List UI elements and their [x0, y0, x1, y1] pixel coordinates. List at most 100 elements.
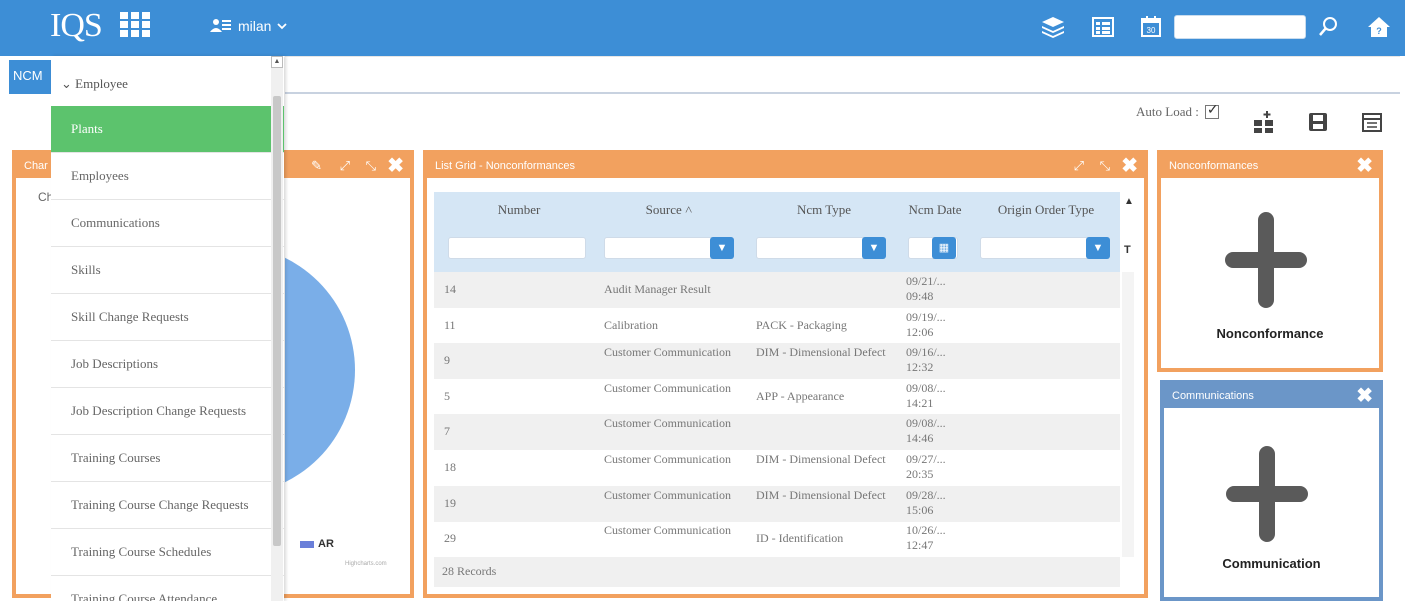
table-row[interactable]: 7 Customer Communication 09/08/... 14:46 [434, 414, 1120, 451]
layers-icon[interactable] [1040, 14, 1066, 40]
column-source[interactable]: Source ˄ [604, 202, 734, 218]
grid-scrollbar[interactable] [1122, 272, 1134, 557]
menu-scroll-thumb[interactable] [273, 96, 281, 546]
calendar-icon[interactable]: ▦ [932, 237, 956, 259]
chart-legend[interactable]: AR [300, 538, 334, 550]
menu-item[interactable]: Plants [51, 106, 284, 153]
widget-label[interactable]: Nonconformance [1161, 326, 1379, 341]
table-row[interactable]: 9 Customer Communication DIM - Dimensional… [434, 343, 1120, 380]
cell-date: 09/28/... [906, 487, 946, 502]
table-row[interactable]: 29 Customer Communication ID - Identificat… [434, 521, 1120, 557]
cell-ncm-date: 09/08/... 14:21 [906, 381, 976, 411]
cell-source: Customer Communication [604, 380, 731, 395]
chart-credit[interactable]: Highcharts.com [345, 561, 387, 567]
cell-number: 14 [444, 282, 456, 296]
auto-load-toggle[interactable]: Auto Load : [1136, 102, 1219, 120]
table-row[interactable]: 18 Customer Communication DIM - Dimensiona… [434, 450, 1120, 486]
cell-ncm-date: 09/28/... 15:06 [906, 488, 976, 518]
cell-ncm-type: DIM - Dimensional Defect [756, 487, 886, 502]
menu-item[interactable]: Training Course Change Requests [51, 482, 284, 529]
close-icon[interactable]: ✖ [1121, 155, 1138, 177]
search-input[interactable] [1174, 15, 1306, 39]
collapse-icon[interactable]: ⤡ [1100, 158, 1110, 174]
menu-item[interactable]: Job Description Change Requests [51, 388, 284, 435]
chevron-down-icon[interactable]: ▼ [710, 237, 734, 259]
menu-item[interactable]: Skill Change Requests [51, 294, 284, 341]
svg-text:?: ? [1376, 26, 1382, 36]
cell-time: 09:48 [906, 289, 934, 303]
table-row[interactable]: 11 Calibration PACK - Packaging 09/19/... 12… [434, 308, 1120, 344]
column-number[interactable]: Number [464, 202, 574, 218]
cell-source: Customer Communication [604, 523, 731, 538]
layout-icon[interactable] [1360, 110, 1384, 134]
cell-time: 12:06 [906, 324, 934, 339]
add-nonconformance-button[interactable] [1225, 212, 1307, 308]
menu-item[interactable]: Skills [51, 247, 284, 294]
close-icon[interactable]: ✖ [387, 155, 404, 177]
cell-ncm-date: 09/19/... 12:06 [906, 310, 976, 340]
user-name: milan [238, 18, 272, 34]
list-icon[interactable] [1090, 14, 1116, 40]
close-icon[interactable]: ✖ [1356, 155, 1373, 177]
cell-source: Customer Communication [604, 452, 731, 466]
save-icon[interactable] [1306, 110, 1330, 134]
cell-source: Calibration [604, 317, 658, 332]
plus-icon-bar [1226, 486, 1308, 502]
scroll-up-icon[interactable]: ▲ [1124, 196, 1134, 207]
cell-time: 20:35 [906, 467, 934, 481]
column-origin-order-type[interactable]: Origin Order Type [982, 202, 1110, 218]
cell-ncm-date: 09/16/... 12:32 [906, 345, 976, 375]
tab-ncm[interactable]: NCM [9, 60, 51, 94]
expand-icon[interactable]: ⤢ [1074, 158, 1084, 174]
table-row[interactable]: 5 Customer Communication APP - Appearance 0… [434, 379, 1120, 415]
add-communication-button[interactable] [1226, 446, 1308, 542]
chevron-down-icon[interactable]: ▼ [862, 237, 886, 259]
close-icon[interactable]: ✖ [1356, 385, 1373, 407]
filter-number[interactable] [448, 237, 586, 259]
cell-time: 14:21 [906, 395, 934, 410]
cell-ncm-type: APP - Appearance [756, 388, 845, 403]
auto-load-checkbox[interactable] [1204, 102, 1219, 119]
menu-item[interactable]: Job Descriptions [51, 341, 284, 388]
cell-date: 09/21/... [906, 274, 946, 288]
cell-time: 12:32 [906, 360, 934, 375]
table-row[interactable]: 14 Audit Manager Result 09/21/... 09:48 [434, 272, 1120, 308]
menu-item[interactable]: Communications [51, 200, 284, 247]
menu-item[interactable]: Training Course Schedules [51, 529, 284, 576]
apps-grid-icon[interactable] [120, 12, 150, 38]
navigation-menu: ⌄ Employee Plants Employees Communications… [51, 56, 284, 601]
cell-date: 09/08/... [906, 416, 946, 431]
menu-item[interactable]: Training Course Attendance [51, 576, 284, 601]
table-row[interactable]: 19 Customer Communication DIM - Dimensiona… [434, 485, 1120, 522]
cell-number: 5 [444, 388, 450, 403]
plus-icon-bar [1225, 252, 1307, 268]
pie-slice-ar[interactable] [285, 245, 355, 495]
cell-number: 7 [444, 424, 450, 439]
filter-icon[interactable]: T [1124, 244, 1131, 256]
legend-label: AR [318, 538, 334, 550]
calendar-icon[interactable]: 30 [1138, 14, 1164, 40]
menu-item[interactable]: Employees [51, 153, 284, 200]
widget-label[interactable]: Communication [1164, 556, 1379, 571]
cell-ncm-type: ID - Identification [756, 531, 844, 546]
home-icon[interactable]: ? [1366, 14, 1392, 40]
chevron-down-icon[interactable]: ▼ [1086, 237, 1110, 259]
cell-ncm-date: 09/08/... 14:46 [906, 416, 976, 446]
scroll-up-icon[interactable]: ▲ [271, 56, 283, 68]
top-bar: IQS milan 30 ? [0, 0, 1405, 56]
grid-footer: 28 Records [434, 557, 1120, 587]
menu-header-employee[interactable]: ⌄ Employee [51, 56, 284, 106]
menu-item[interactable]: Training Courses [51, 435, 284, 482]
edit-icon[interactable]: ✎ [311, 158, 322, 174]
expand-icon[interactable]: ⤢ [340, 158, 350, 174]
search-icon[interactable] [1316, 14, 1342, 40]
column-source-label: Source [645, 202, 682, 217]
collapse-icon[interactable]: ⤡ [366, 158, 376, 174]
column-ncm-date[interactable]: Ncm Date [900, 202, 970, 218]
user-menu[interactable]: milan [210, 18, 288, 34]
add-widget-icon[interactable] [1252, 110, 1276, 134]
menu-scrollbar[interactable]: ▲ [271, 56, 283, 601]
cell-time: 12:47 [906, 538, 934, 553]
widget-header: Communications ✖ [1164, 384, 1379, 408]
column-ncm-type[interactable]: Ncm Type [764, 202, 884, 218]
